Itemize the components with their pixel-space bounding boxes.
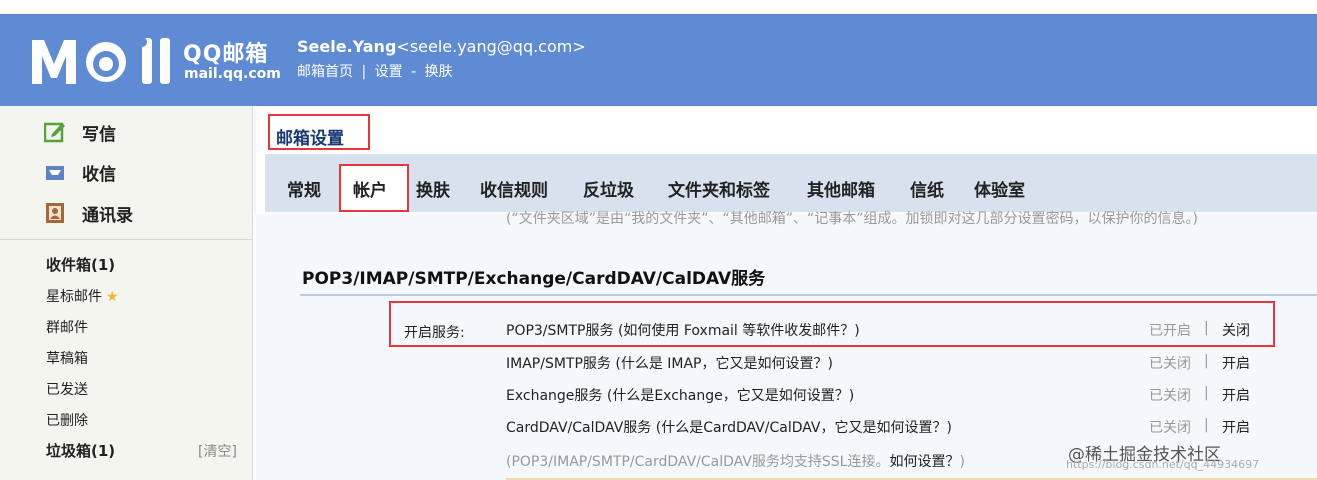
link-separator: | [361,64,367,80]
header-links: 邮箱首页 | 设置 - 换肤 [297,61,453,81]
mail-header: QQ邮箱 mail.qq.com Seele.Yang<seele.yang@q… [0,14,1317,106]
folder-deleted[interactable]: 已删除 [46,410,88,430]
service-name[interactable]: Exchange服务 (什么是Exchange，它又是如何设置？) [506,385,854,405]
service-status: 已关闭 [1149,356,1191,372]
folder-starred[interactable]: 星标邮件 ★ [46,286,119,306]
user-email: <seele.yang@qq.com> [396,37,586,56]
user-identity: Seele.Yang<seele.yang@qq.com> [297,37,586,56]
folder-lock-note: (“文件夹区域”是由“我的文件夹”、“其他邮箱”、“记事本”组成。加锁即对这几部… [506,211,1198,227]
compose-label: 写信 [82,124,116,145]
mail-logo-icon[interactable] [30,34,178,86]
service-name[interactable]: POP3/SMTP服务 (如何使用 Foxmail 等软件收发邮件？) [506,320,860,340]
service-status: 已关闭 [1149,420,1191,436]
service-status: 已关闭 [1149,388,1191,404]
tab-lab[interactable]: 体验室 [974,176,1025,201]
tab-folders-labels[interactable]: 文件夹和标签 [668,176,770,201]
folder-drafts[interactable]: 草稿箱 [46,348,88,368]
inbox-icon [46,166,64,180]
folder-spam[interactable]: 垃圾箱(1) [46,440,115,461]
page-title: 邮箱设置 [276,129,344,149]
ssl-note: (POP3/IMAP/SMTP/CardDAV/CalDAV服务均支持SSL连接… [506,451,965,471]
star-icon: ★ [106,289,119,305]
service-name[interactable]: CardDAV/CalDAV服务 (什么是CardDAV/CalDAV，它又是如… [506,417,952,437]
service-toggle-button[interactable]: 开启 [1222,385,1250,405]
contact-card-icon [46,203,64,223]
sidebar-divider [0,239,252,240]
receive-button[interactable]: 收信 [44,157,116,187]
tab-skin[interactable]: 换肤 [416,176,450,201]
section-title: POP3/IMAP/SMTP/Exchange/CardDAV/CalDAV服务 [302,269,766,289]
settings-panel: 邮箱设置 常规 帐户 换肤 收信规则 反垃圾 文件夹和标签 其他邮箱 信纸 体验… [256,106,1317,214]
folder-sent[interactable]: 已发送 [46,379,88,399]
settings-tabbar: 常规 帐户 换肤 收信规则 反垃圾 文件夹和标签 其他邮箱 信纸 体验室 [265,154,1317,212]
status-separator: | [1204,353,1209,369]
clear-spam-link[interactable]: [清空] [198,441,237,461]
edit-icon [44,122,65,143]
ssl-help-link[interactable]: 如何设置？ [889,454,959,470]
service-name[interactable]: IMAP/SMTP服务 (什么是 IMAP，它又是如何设置？) [506,353,833,373]
top-strip [0,0,1317,14]
service-toggle-button[interactable]: 关闭 [1222,320,1250,340]
mailbox-home-link[interactable]: 邮箱首页 [297,64,353,80]
tab-general[interactable]: 常规 [287,176,321,201]
skin-link[interactable]: 换肤 [425,64,453,80]
receive-label: 收信 [82,164,116,185]
status-separator: | [1204,385,1209,401]
ssl-note-close: ) [959,454,965,470]
brand-name: QQ邮箱 [183,42,269,67]
contacts-button[interactable]: 通讯录 [44,198,133,228]
compose-button[interactable]: 写信 [44,117,116,147]
service-status: 已开启 [1149,323,1191,339]
folder-group[interactable]: 群邮件 [46,317,88,337]
link-separator: - [411,64,417,80]
service-toggle-button[interactable]: 开启 [1222,417,1250,437]
user-name: Seele.Yang [297,37,397,56]
tab-antispam[interactable]: 反垃圾 [583,176,634,201]
status-separator: | [1204,417,1209,433]
settings-link[interactable]: 设置 [375,64,403,80]
folder-inbox[interactable]: 收件箱(1) [46,254,115,275]
brand-domain: mail.qq.com [184,66,281,82]
watermark-url: https://blog.csdn.net/qq_44934697 [1066,458,1260,471]
enable-service-label: 开启服务: [404,325,465,341]
section-divider [300,294,1317,296]
tab-stationery[interactable]: 信纸 [910,176,944,201]
folder-starred-label: 星标邮件 [46,289,102,305]
status-separator: | [1204,320,1209,336]
ssl-note-text: (POP3/IMAP/SMTP/CardDAV/CalDAV服务均支持SSL连接… [506,454,890,470]
contacts-label: 通讯录 [82,205,133,226]
sidebar: 写信 收信 通讯录 收件箱(1) 星标邮件 ★ 群邮件 草稿箱 已发送 已删除 垃… [0,106,253,480]
service-toggle-button[interactable]: 开启 [1222,353,1250,373]
tab-other-mailboxes[interactable]: 其他邮箱 [807,176,875,201]
tab-account[interactable]: 帐户 [353,176,387,201]
tab-mail-rules[interactable]: 收信规则 [480,176,548,201]
